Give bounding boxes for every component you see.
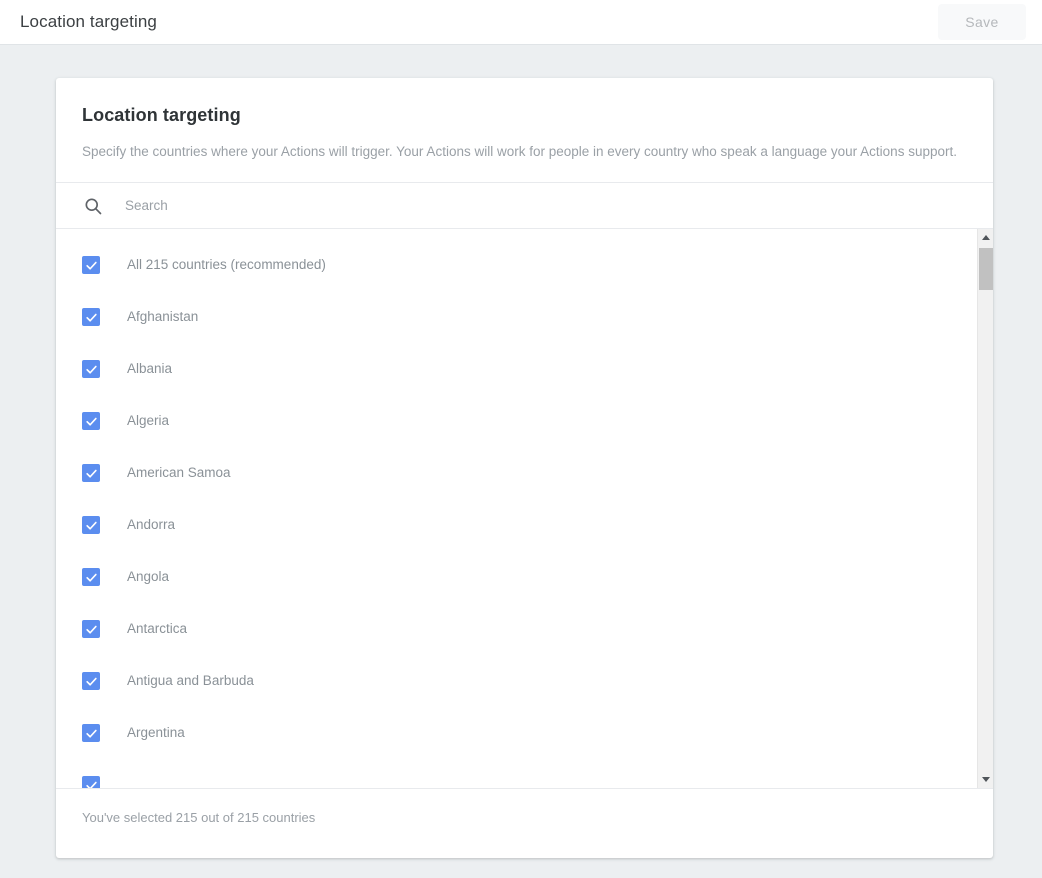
list-item-label: Andorra: [127, 516, 175, 534]
page-title: Location targeting: [20, 12, 157, 32]
list-item[interactable]: Albania: [82, 343, 977, 395]
scrollbar-track[interactable]: [978, 246, 994, 771]
country-list: All 215 countries (recommended) Afghanis…: [56, 229, 977, 788]
list-item[interactable]: Antigua and Barbuda: [82, 655, 977, 707]
card-footer: You've selected 215 out of 215 countries: [56, 788, 993, 858]
location-targeting-card: Location targeting Specify the countries…: [56, 78, 993, 858]
list-item[interactable]: All 215 countries (recommended): [82, 239, 977, 291]
checkbox-checked-icon[interactable]: [82, 568, 100, 586]
card-header: Location targeting Specify the countries…: [56, 78, 993, 183]
list-item[interactable]: Argentina: [82, 707, 977, 759]
list-item[interactable]: Antarctica: [82, 603, 977, 655]
list-item-label: Afghanistan: [127, 308, 198, 326]
list-item-label: All 215 countries (recommended): [127, 256, 326, 274]
search-input[interactable]: [125, 183, 967, 228]
checkbox-checked-icon[interactable]: [82, 672, 100, 690]
list-item-label: American Samoa: [127, 464, 231, 482]
top-app-bar: Location targeting Save: [0, 0, 1042, 45]
list-item-label: Antarctica: [127, 620, 187, 638]
checkbox-checked-icon[interactable]: [82, 464, 100, 482]
scrollbar-thumb[interactable]: [979, 248, 993, 290]
selection-status: You've selected 215 out of 215 countries: [82, 809, 315, 827]
checkbox-checked-icon[interactable]: [82, 256, 100, 274]
chevron-up-icon: [982, 235, 990, 240]
list-item[interactable]: Angola: [82, 551, 977, 603]
list-item[interactable]: Algeria: [82, 395, 977, 447]
checkbox-checked-icon[interactable]: [82, 360, 100, 378]
checkbox-checked-icon[interactable]: [82, 776, 100, 788]
list-item[interactable]: Andorra: [82, 499, 977, 551]
list-item[interactable]: Afghanistan: [82, 291, 977, 343]
list-item-label: Algeria: [127, 412, 169, 430]
checkbox-checked-icon[interactable]: [82, 412, 100, 430]
scroll-up-button[interactable]: [978, 229, 994, 246]
card-title: Location targeting: [82, 104, 967, 126]
checkbox-checked-icon[interactable]: [82, 516, 100, 534]
checkbox-checked-icon[interactable]: [82, 620, 100, 638]
card-description: Specify the countries where your Actions…: [82, 142, 967, 162]
scroll-down-button[interactable]: [978, 771, 994, 788]
list-item-label: Argentina: [127, 724, 185, 742]
list-item[interactable]: [82, 759, 977, 788]
list-item-label: Antigua and Barbuda: [127, 672, 254, 690]
save-button[interactable]: Save: [938, 4, 1026, 40]
page-body: Location targeting Specify the countries…: [0, 45, 1042, 878]
vertical-scrollbar[interactable]: [977, 229, 993, 788]
search-row[interactable]: [56, 183, 993, 229]
search-icon: [82, 195, 104, 217]
country-list-region: All 215 countries (recommended) Afghanis…: [56, 229, 993, 788]
checkbox-checked-icon[interactable]: [82, 308, 100, 326]
list-item-label: Angola: [127, 568, 169, 586]
list-item-label: Albania: [127, 360, 172, 378]
chevron-down-icon: [982, 777, 990, 782]
checkbox-checked-icon[interactable]: [82, 724, 100, 742]
list-item[interactable]: American Samoa: [82, 447, 977, 499]
